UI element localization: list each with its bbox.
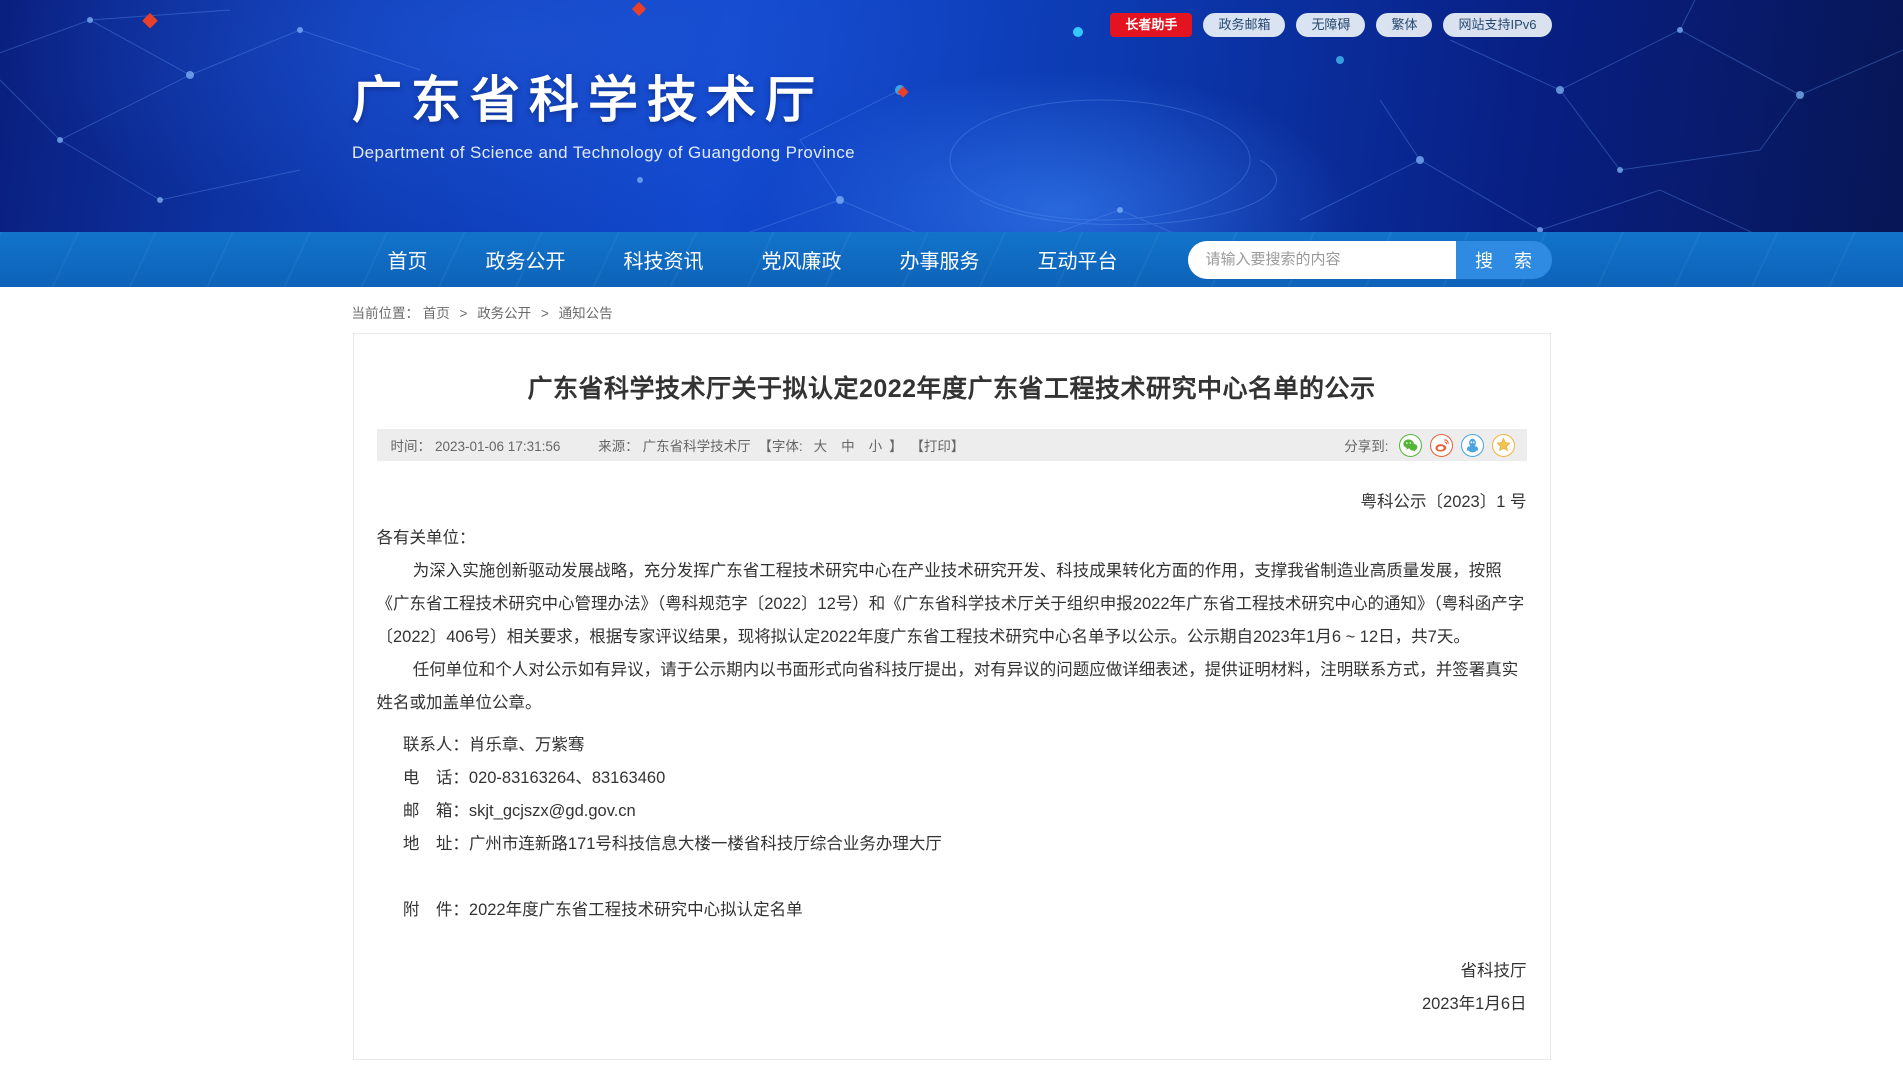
breadcrumb-separator: > [460,306,468,321]
signature-date: 2023年1月6日 [377,988,1527,1021]
contact-phone-label: 电 话： [403,769,469,787]
qq-share-icon[interactable] [1461,434,1484,457]
fontsize-small-button[interactable]: 小 [869,439,883,454]
gov-mail-button[interactable]: 政务邮箱 [1203,13,1285,37]
elder-helper-button[interactable]: 长者助手 [1110,13,1192,37]
ipv6-badge[interactable]: 网站支持IPv6 [1443,13,1551,37]
search-input[interactable] [1188,241,1456,279]
document-number: 粤科公示〔2023〕1 号 [377,488,1527,512]
site-title: 广东省科学技术厅 [352,60,855,132]
contact-address-label: 地 址： [403,835,469,853]
contact-block: 联系人：肖乐章、万紫骞 电 话：020-83163264、83163460 邮 … [377,729,1527,861]
time-label: 时间： [391,439,432,454]
wechat-share-icon[interactable] [1399,434,1422,457]
source-value: 广东省科学技术厅 [643,439,751,454]
signature-org: 省科技厅 [377,955,1527,988]
contact-person-line: 联系人：肖乐章、万紫骞 [377,729,1527,762]
attachment-line: 附 件：2022年度广东省工程技术研究中心拟认定名单 [377,894,1527,927]
contact-person-label: 联系人： [403,736,469,754]
nav-item-sci-tech-news[interactable]: 科技资讯 [624,245,704,274]
article-title: 广东省科学技术厅关于拟认定2022年度广东省工程技术研究中心名单的公示 [377,369,1527,405]
source-label: 来源： [598,439,639,454]
contact-email-label: 邮 箱： [403,802,469,820]
nav-item-services[interactable]: 办事服务 [900,245,980,274]
header-banner: 长者助手 政务邮箱 无障碍 繁体 网站支持IPv6 广东省科学技术厅 Depar… [0,0,1903,232]
publish-time: 2023-01-06 17:31:56 [435,439,560,454]
contact-person-value: 肖乐章、万紫骞 [469,736,585,754]
nav-item-interaction[interactable]: 互动平台 [1038,245,1118,274]
contact-email-line: 邮 箱：skjt_gcjszx@gd.gov.cn [377,795,1527,828]
paragraph: 为深入实施创新驱动发展战略，充分发挥广东省工程技术研究中心在产业技术研究开发、科… [377,555,1527,654]
accessibility-button[interactable]: 无障碍 [1296,13,1365,37]
breadcrumb-notices[interactable]: 通知公告 [559,306,613,321]
paragraph: 任何单位和个人对公示如有异议，请于公示期内以书面形式向省科技厅提出，对有异议的问… [377,654,1527,720]
topbar: 长者助手 政务邮箱 无障碍 繁体 网站支持IPv6 [0,13,1903,37]
share-bar: 分享到: [1344,434,1514,457]
attachment-link[interactable]: 2022年度广东省工程技术研究中心拟认定名单 [469,901,803,919]
attachment-label: 附 件： [403,901,469,919]
nav-item-party-conduct[interactable]: 党风廉政 [762,245,842,274]
weibo-share-icon[interactable] [1430,434,1453,457]
nav-item-gov-disclosure[interactable]: 政务公开 [486,245,566,274]
main-navbar: 首页 政务公开 科技资讯 党风廉政 办事服务 互动平台 搜 索 [0,232,1903,287]
search-box: 搜 索 [1188,241,1552,279]
share-label: 分享到: [1344,435,1388,455]
nav-item-home[interactable]: 首页 [388,245,428,274]
article-meta-bar: 时间：2023-01-06 17:31:56 来源： 广东省科学技术厅 【字体: 大… [377,429,1527,461]
article-meta-info: 时间：2023-01-06 17:31:56 来源： 广东省科学技术厅 【字体: 大… [391,435,969,455]
print-button[interactable]: 【打印】 [910,439,964,454]
breadcrumb-separator: > [541,306,549,321]
salutation: 各有关单位： [377,522,1527,555]
contact-phone-value: 020-83163264、83163460 [469,769,665,787]
contact-email-value: skjt_gcjszx@gd.gov.cn [469,802,636,820]
contact-address-line: 地 址：广州市连新路171号科技信息大楼一楼省科技厅综合业务办理大厅 [377,828,1527,861]
breadcrumb-home[interactable]: 首页 [423,306,450,321]
qzone-star-share-icon[interactable] [1492,434,1515,457]
traditional-chinese-button[interactable]: 繁体 [1376,13,1432,37]
fontsize-medium-button[interactable]: 中 [841,439,855,454]
breadcrumb-gov-disclosure[interactable]: 政务公开 [477,306,531,321]
article-body: 各有关单位： 为深入实施创新驱动发展战略，充分发挥广东省工程技术研究中心在产业技… [377,522,1527,1021]
contact-phone-line: 电 话：020-83163264、83163460 [377,762,1527,795]
breadcrumb-label: 当前位置： [352,306,420,321]
signature-block: 省科技厅 2023年1月6日 [377,955,1527,1021]
fontsize-label: 【字体: [758,439,802,454]
article-container: 广东省科学技术厅关于拟认定2022年度广东省工程技术研究中心名单的公示 时间：2… [353,333,1551,1060]
contact-address-value: 广州市连新路171号科技信息大楼一楼省科技厅综合业务办理大厅 [469,835,942,853]
search-button[interactable]: 搜 索 [1456,241,1552,279]
breadcrumb: 当前位置： 首页 > 政务公开 > 通知公告 [352,287,1552,333]
site-logo[interactable]: 广东省科学技术厅 Department of Science and Techn… [352,60,855,163]
site-subtitle: Department of Science and Technology of … [352,143,855,163]
fontsize-large-button[interactable]: 大 [814,439,828,454]
fontsize-label-close: 】 [889,439,903,454]
